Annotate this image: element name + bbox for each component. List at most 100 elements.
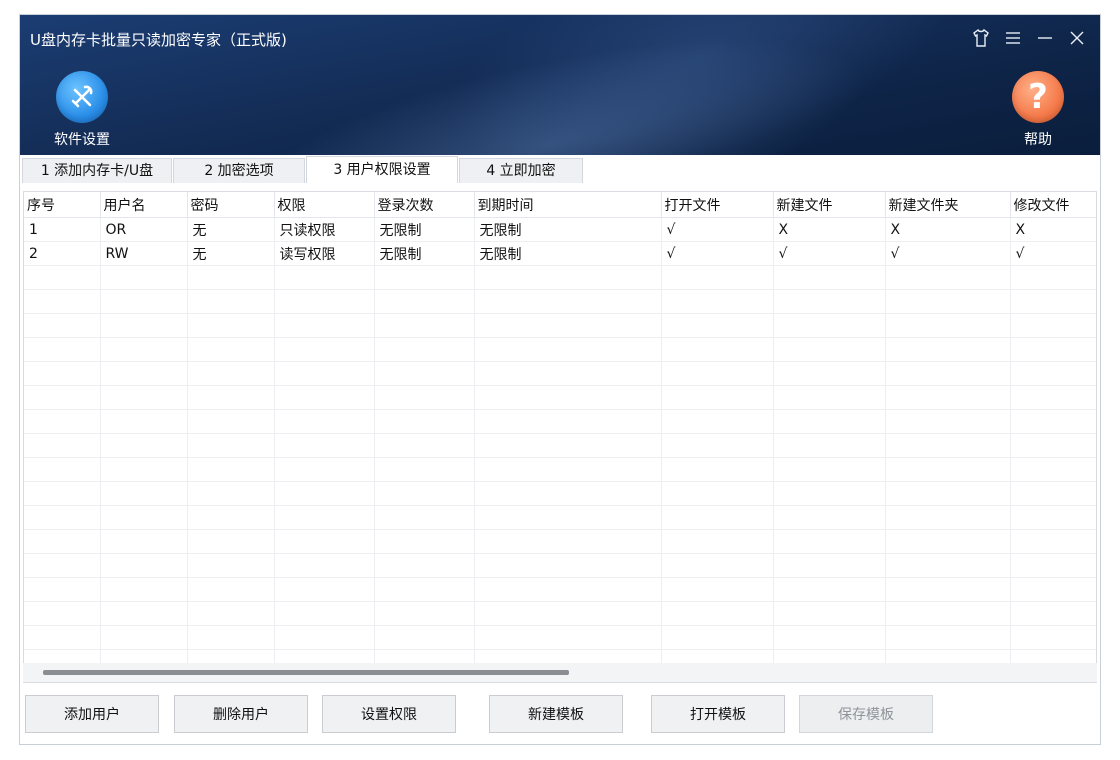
- empty-table-cell: [474, 409, 662, 434]
- empty-table-cell: [24, 289, 101, 314]
- empty-table-cell: [661, 529, 774, 554]
- empty-table-cell: [1010, 553, 1096, 578]
- scrollbar-thumb[interactable]: [43, 670, 569, 675]
- table-cell: 1: [24, 217, 101, 242]
- empty-table-cell: [661, 385, 774, 410]
- empty-table-cell: [100, 361, 188, 386]
- column-header[interactable]: 登录次数: [374, 192, 475, 218]
- tab-user-permissions[interactable]: 3 用户权限设置: [306, 156, 458, 183]
- empty-table-cell: [661, 361, 774, 386]
- table-row[interactable]: 2 RW 无 读写权限 无限制 无限制 √ √ √ √: [24, 241, 1096, 266]
- tab-encrypt-options[interactable]: 2 加密选项: [173, 158, 305, 183]
- action-bar: 添加用户 删除用户 设置权限 新建模板 打开模板 保存模板: [20, 684, 1100, 744]
- empty-table-cell: [773, 481, 886, 506]
- column-header[interactable]: 到期时间: [474, 192, 662, 218]
- empty-table-cell: [661, 337, 774, 362]
- empty-table-cell: [773, 289, 886, 314]
- app-window: U盘内存卡批量只读加密专家（正式版) 软件设置 ? 帮助 1 添加内存卡/U盘 …: [19, 14, 1101, 745]
- empty-table-cell: [100, 289, 188, 314]
- menu-button[interactable]: [1000, 25, 1026, 51]
- empty-table-cell: [1010, 529, 1096, 554]
- tab-add-card[interactable]: 1 添加内存卡/U盘: [22, 158, 172, 183]
- empty-table-cell: [100, 313, 188, 338]
- delete-user-button[interactable]: 删除用户: [174, 695, 308, 733]
- empty-table-cell: [474, 505, 662, 530]
- empty-table-cell: [100, 577, 188, 602]
- empty-table-cell: [24, 433, 101, 458]
- table-cell: 无限制: [374, 217, 475, 242]
- table-cell: 无: [187, 217, 275, 242]
- empty-table-cell: [100, 337, 188, 362]
- empty-table-cell: [1010, 265, 1096, 290]
- empty-table-cell: [374, 337, 475, 362]
- table-cell: 无限制: [374, 241, 475, 266]
- empty-table-cell: [474, 289, 662, 314]
- empty-table-cell: [474, 625, 662, 650]
- table-cell: 无限制: [474, 217, 662, 242]
- minimize-button[interactable]: [1032, 25, 1058, 51]
- empty-table-cell: [885, 577, 1011, 602]
- table-cell: RW: [100, 241, 188, 266]
- column-header[interactable]: 密码: [187, 192, 275, 218]
- help-button[interactable]: ? 帮助: [1012, 71, 1064, 149]
- column-header[interactable]: 新建文件: [773, 192, 886, 218]
- window-title: U盘内存卡批量只读加密专家（正式版): [30, 31, 287, 49]
- horizontal-scrollbar[interactable]: [23, 663, 1097, 682]
- settings-label: 软件设置: [54, 132, 110, 148]
- empty-table-cell: [187, 529, 275, 554]
- open-template-button[interactable]: 打开模板: [651, 695, 785, 733]
- empty-table-cell: [1010, 313, 1096, 338]
- empty-table-cell: [1010, 385, 1096, 410]
- empty-table-cell: [374, 265, 475, 290]
- wrench-screwdriver-icon: [56, 71, 108, 123]
- column-header[interactable]: 用户名: [100, 192, 188, 218]
- empty-table-cell: [274, 577, 375, 602]
- empty-table-cell: [100, 385, 188, 410]
- settings-button[interactable]: 软件设置: [54, 71, 110, 149]
- empty-table-row: [24, 385, 1096, 410]
- empty-table-cell: [100, 505, 188, 530]
- empty-table-cell: [885, 385, 1011, 410]
- empty-table-row: [24, 409, 1096, 434]
- close-icon: [1070, 31, 1084, 45]
- empty-table-cell: [1010, 625, 1096, 650]
- empty-table-cell: [773, 577, 886, 602]
- column-header[interactable]: 序号: [24, 192, 101, 218]
- empty-table-cell: [885, 481, 1011, 506]
- empty-table-cell: [187, 481, 275, 506]
- column-header[interactable]: 权限: [274, 192, 375, 218]
- empty-table-row: [24, 433, 1096, 458]
- empty-table-cell: [274, 289, 375, 314]
- empty-table-cell: [474, 385, 662, 410]
- empty-table-cell: [187, 409, 275, 434]
- empty-table-cell: [24, 505, 101, 530]
- empty-table-cell: [374, 313, 475, 338]
- column-header[interactable]: 打开文件: [661, 192, 774, 218]
- tab-encrypt-now[interactable]: 4 立即加密: [459, 158, 583, 183]
- empty-table-row: [24, 505, 1096, 530]
- save-template-button[interactable]: 保存模板: [799, 695, 933, 733]
- set-permission-button[interactable]: 设置权限: [322, 695, 456, 733]
- empty-table-row: [24, 553, 1096, 578]
- empty-table-cell: [474, 481, 662, 506]
- close-button[interactable]: [1064, 25, 1090, 51]
- tab-strip: 1 添加内存卡/U盘 2 加密选项 3 用户权限设置 4 立即加密: [22, 156, 584, 184]
- user-permission-table[interactable]: 序号 用户名 密码 权限 登录次数 到期时间 打开文件 新建文件 新建文件夹 修…: [23, 191, 1097, 683]
- empty-table-cell: [885, 625, 1011, 650]
- empty-table-cell: [274, 625, 375, 650]
- empty-table-row: [24, 313, 1096, 338]
- column-header[interactable]: 修改文件: [1010, 192, 1096, 218]
- new-template-button[interactable]: 新建模板: [489, 695, 623, 733]
- empty-table-cell: [773, 505, 886, 530]
- table-row[interactable]: 1 OR 无 只读权限 无限制 无限制 √ X X X: [24, 217, 1096, 242]
- skin-button[interactable]: [968, 25, 994, 51]
- empty-table-cell: [187, 601, 275, 626]
- empty-table-cell: [661, 409, 774, 434]
- header: U盘内存卡批量只读加密专家（正式版) 软件设置 ? 帮助: [20, 15, 1100, 155]
- table-cell: 无: [187, 241, 275, 266]
- add-user-button[interactable]: 添加用户: [25, 695, 159, 733]
- empty-table-cell: [374, 529, 475, 554]
- empty-table-cell: [661, 481, 774, 506]
- empty-table-cell: [274, 361, 375, 386]
- column-header[interactable]: 新建文件夹: [885, 192, 1011, 218]
